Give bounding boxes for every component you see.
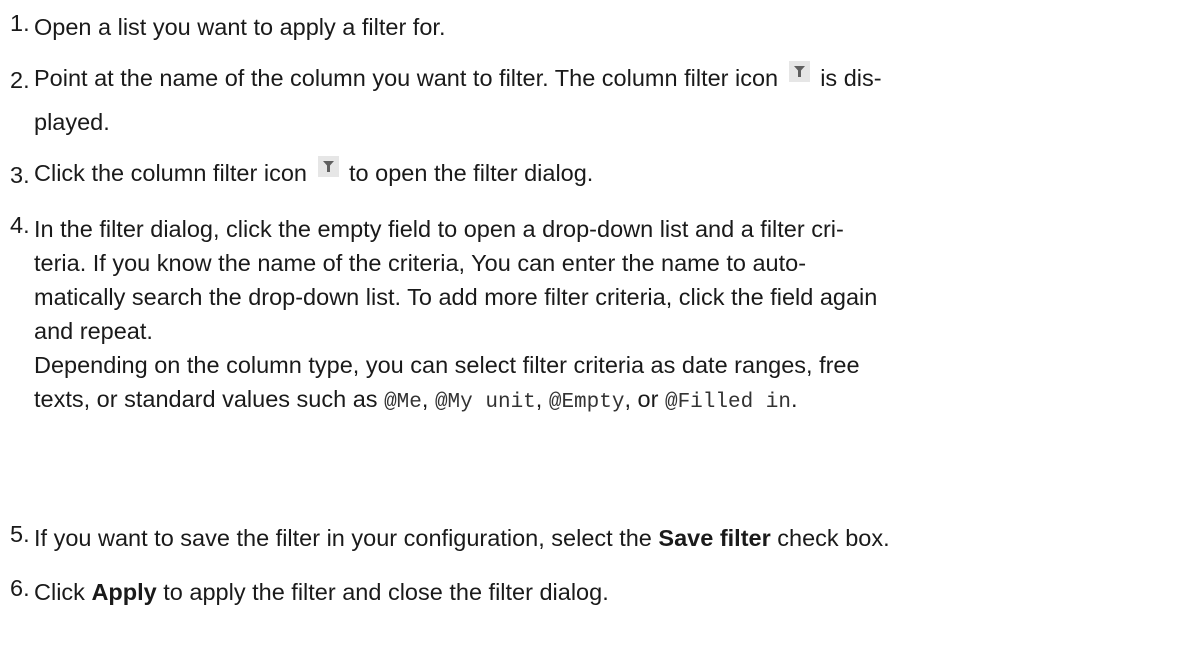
step-text: Click the column filter icon to open the…: [34, 156, 1196, 190]
column-filter-icon: [317, 156, 339, 177]
step-3-text-after-icon: to open the filter dialog.: [349, 160, 594, 186]
value-filled-in: @Filled in: [664, 391, 791, 414]
step-2-text-after-icon: is dis-: [820, 65, 882, 91]
step-1-line: Open a list you want to apply a filter f…: [34, 14, 446, 40]
comma: ,: [535, 386, 543, 412]
value-my-unit: @My unit: [434, 391, 536, 414]
step-4-note-line-2: texts, or standard values such as @Me, @…: [34, 382, 1196, 420]
step-2-text-before-icon: Point at the name of the column you want…: [34, 65, 779, 91]
step-6-text-after: to apply the filter and close the filter…: [163, 579, 609, 605]
value-me: @Me: [384, 391, 422, 414]
step-text: In the filter dialog, click the empty fi…: [34, 212, 1196, 420]
step-3-text-before-icon: Click the column filter icon: [34, 160, 307, 186]
step-5-text-before: If you want to save the filter in your c…: [34, 525, 652, 551]
note-prefix: texts, or standard values such as: [34, 386, 378, 412]
step-text: Open a list you want to apply a filter f…: [34, 10, 1196, 44]
step-2-line-2: played.: [34, 109, 110, 135]
step-text: Click Apply to apply the filter and clos…: [34, 575, 1196, 609]
step-6-text-before: Click: [34, 579, 85, 605]
step-5-text-after: check box.: [777, 525, 890, 551]
step-4-line-3: matically search the drop-down list. To …: [34, 284, 878, 310]
step-4-line-2: teria. If you know the name of the crite…: [34, 250, 807, 276]
step-4-line-1: In the filter dialog, click the empty fi…: [34, 216, 844, 242]
or-word: or: [637, 386, 659, 412]
step-5-line: If you want to save the filter in your c…: [34, 521, 1196, 555]
value-empty: @Empty: [548, 391, 625, 414]
apply-label: Apply: [91, 579, 157, 605]
comma: ,: [624, 386, 631, 412]
step-3-line: Click the column filter icon to open the…: [34, 156, 1196, 190]
step-4-line-4: and repeat.: [34, 318, 153, 344]
save-filter-label: Save filter: [658, 525, 771, 551]
column-filter-icon: [788, 61, 810, 82]
step-2-line-1: Point at the name of the column you want…: [34, 61, 1196, 95]
step-4-note-line-1: Depending on the column type, you can se…: [34, 352, 860, 378]
comma: ,: [421, 386, 429, 412]
step-text: If you want to save the filter in your c…: [34, 521, 1196, 555]
step-6-line: Click Apply to apply the filter and clos…: [34, 575, 1196, 609]
step-text: Point at the name of the column you want…: [34, 61, 1196, 139]
period: .: [791, 386, 798, 412]
